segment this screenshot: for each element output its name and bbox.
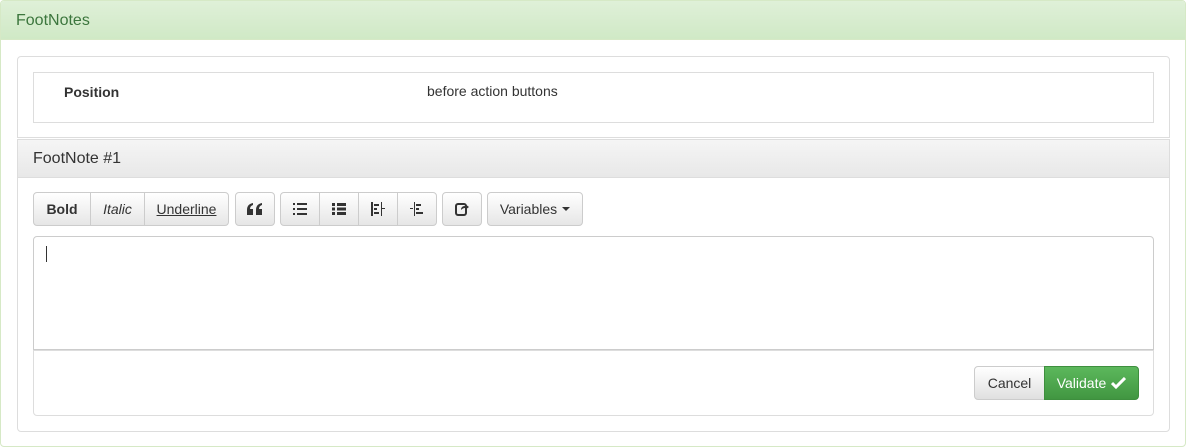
panel-title: FootNotes [1,1,1185,40]
position-row: Position before action buttons [33,72,1154,123]
position-value: before action buttons [427,83,558,99]
blockquote-button[interactable] [235,192,275,226]
outdent-icon [371,202,385,216]
format-button-group: Bold Italic Underline [33,192,229,226]
quote-icon [246,202,264,216]
ordered-list-button[interactable] [319,192,359,226]
variables-button-group: Variables [487,192,583,226]
text-cursor [46,246,47,262]
footnote-panel: FootNote #1 Bold Italic Underline Variab… [17,139,1170,432]
indent-button[interactable] [397,192,437,226]
check-icon [1111,377,1127,389]
footnote-editor[interactable] [33,236,1154,350]
variables-dropdown[interactable]: Variables [487,192,583,226]
validate-button[interactable]: Validate [1044,366,1139,400]
share-icon [455,202,469,216]
italic-button[interactable]: Italic [90,192,145,226]
underline-button[interactable]: Underline [144,192,229,226]
cancel-button[interactable]: Cancel [974,366,1045,400]
variables-label: Variables [499,201,558,217]
share-button[interactable] [442,192,482,226]
editor-actions: Cancel Validate [33,350,1154,416]
indent-icon [410,202,424,216]
unordered-list-icon [293,203,307,215]
footnote-title: FootNote #1 [18,140,1169,178]
footnotes-panel: FootNotes Position before action buttons… [0,0,1186,447]
validate-label: Validate [1056,375,1107,391]
outdent-button[interactable] [358,192,398,226]
quote-button-group [235,192,275,226]
list-button-group [280,192,437,226]
position-panel: Position before action buttons [17,56,1170,138]
ordered-list-icon [332,203,346,215]
link-button-group [442,192,482,226]
caret-down-icon [562,207,571,211]
position-label: Position [64,84,120,100]
bold-button[interactable]: Bold [33,192,91,226]
unordered-list-button[interactable] [280,192,320,226]
